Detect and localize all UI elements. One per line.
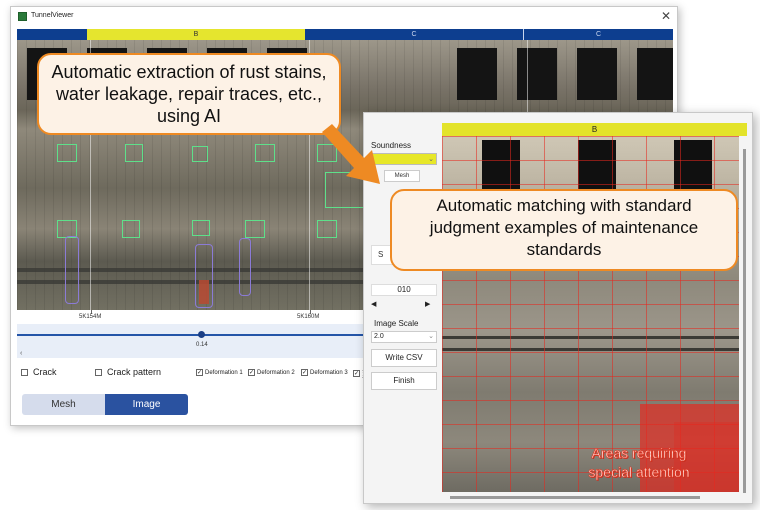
app-icon [18,12,27,21]
next-icon[interactable]: ▶ [425,300,435,311]
deformation-3-label: Deformation 3 [310,369,348,376]
deformation-3-checkbox[interactable]: ✓ [301,369,308,376]
deformation-3-option[interactable]: ✓ Deformation 3 [301,369,348,376]
image-scale-value: 2.0 [374,333,384,340]
detection-box[interactable] [122,220,140,238]
slider-thumb[interactable] [198,331,205,338]
ai-extraction-callout: Automatic extraction of rust stains, wat… [37,53,341,135]
mesh-view-button[interactable]: Mesh [22,394,105,415]
close-button[interactable]: ✕ [661,9,671,23]
detection-box[interactable] [317,220,337,238]
detection-box[interactable] [192,220,210,236]
image-scale-select[interactable]: 2.0 ⌄ [371,331,437,343]
slider-value: 0.14 [196,342,208,348]
leakage-box[interactable] [239,238,251,296]
lining-slot [577,48,617,100]
detection-box[interactable] [255,144,275,162]
lining-slot [517,48,557,100]
scroll-left-icon[interactable]: ‹ [20,350,22,357]
deformation-2-label: Deformation 2 [257,369,295,376]
detection-box[interactable] [245,220,265,238]
section-band: B [442,123,747,136]
chevron-down-icon: ⌄ [428,333,434,340]
km-label: 5K154M [79,314,102,320]
km-label: 5K160M [297,314,320,320]
crack-option[interactable]: Crack [21,367,57,377]
frame-number: 010 [371,284,437,296]
deformation-2-checkbox[interactable]: ✓ [248,369,255,376]
matching-callout: Automatic matching with standard judgmen… [390,189,738,271]
view-toggle: Mesh Image [22,394,188,415]
extra-checkbox[interactable]: ✓ [353,370,360,377]
lining-slot [637,48,673,100]
deformation-1-checkbox[interactable]: ✓ [196,369,203,376]
rust-stain [199,280,209,304]
segment-b[interactable]: B [87,29,305,40]
leakage-box[interactable] [65,236,79,304]
segment-a[interactable] [17,29,87,40]
write-csv-button[interactable]: Write CSV [371,349,437,367]
image-view-button[interactable]: Image [105,394,188,415]
segment-bar: B C C [17,29,673,40]
crack-checkbox[interactable] [21,368,28,376]
arrow-icon [322,124,380,184]
prev-icon[interactable]: ◀ [371,300,381,311]
crack-pattern-option[interactable]: Crack pattern [95,367,161,377]
chevron-down-icon: ⌄ [428,156,434,163]
crack-pattern-label: Crack pattern [107,367,162,377]
detection-box[interactable] [192,146,208,162]
segment-c[interactable]: C [305,29,523,40]
crack-pattern-checkbox[interactable] [95,368,102,376]
crack-label: Crack [33,367,57,377]
lining-slot [457,48,497,100]
vertical-scrollbar[interactable] [743,149,746,493]
attention-label: Areas requiring special attention [588,445,690,481]
finish-button[interactable]: Finish [371,372,437,390]
deformation-1-option[interactable]: ✓ Deformation 1 [196,369,243,376]
segment-c-2[interactable]: C [523,29,673,40]
detection-box[interactable] [57,144,77,162]
horizontal-scrollbar[interactable] [450,496,700,499]
arrow-shape [322,124,380,184]
title-bar: TunnelViewer ✕ [11,7,677,27]
image-scale-label: Image Scale [374,319,419,328]
deformation-1-label: Deformation 1 [205,369,243,376]
window-title: TunnelViewer [31,12,74,19]
deformation-2-option[interactable]: ✓ Deformation 2 [248,369,295,376]
detection-box[interactable] [125,144,143,162]
